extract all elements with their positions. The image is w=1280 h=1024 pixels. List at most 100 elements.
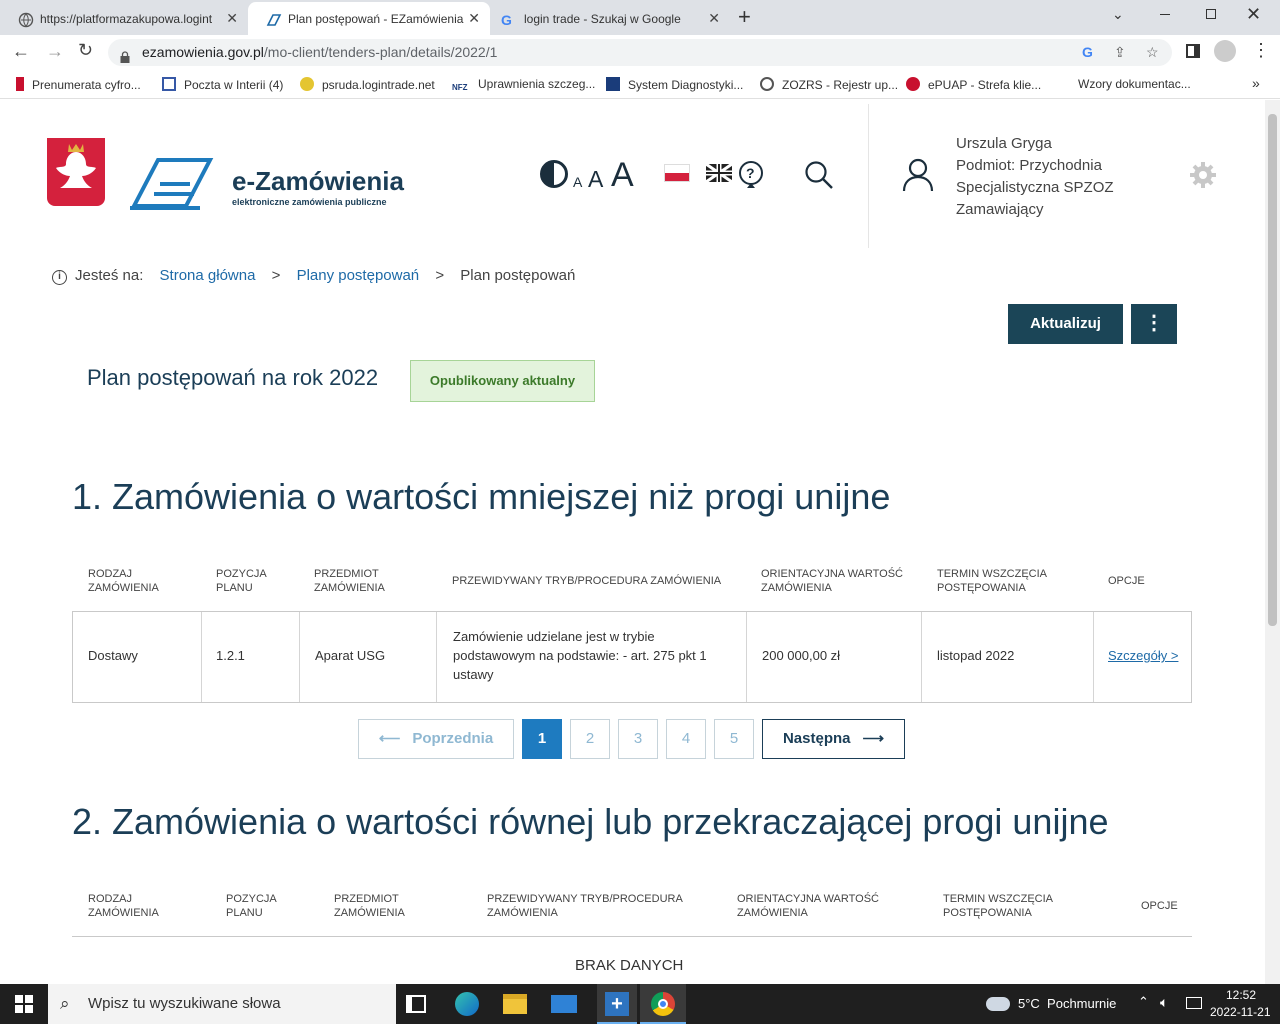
- user-role: Zamawiający: [956, 201, 1044, 218]
- table-header: TERMIN WSZCZĘCIA POSTĘPOWANIA: [943, 893, 1053, 919]
- close-tab-icon[interactable]: ✕: [226, 10, 238, 27]
- empty-state: BRAK DANYCH: [575, 957, 684, 974]
- user-entity: Podmiot: Przychodnia Specjalistyczna SPZ…: [956, 157, 1114, 196]
- app-plus-icon[interactable]: +: [597, 984, 637, 1024]
- plan-title: Plan postępowań na rok 2022: [87, 365, 379, 390]
- mail-icon[interactable]: [551, 995, 577, 1013]
- cell-divider: [201, 612, 202, 702]
- previous-page-button[interactable]: ⟵ Poprzednia: [358, 719, 514, 759]
- section-1-title: 1. Zamówienia o wartości mniejszej niż p…: [72, 476, 891, 517]
- profile-avatar-icon[interactable]: [1214, 40, 1236, 62]
- google-translate-icon[interactable]: G: [1082, 39, 1093, 66]
- edge-icon[interactable]: [455, 992, 479, 1016]
- side-panel-icon[interactable]: [1186, 44, 1200, 58]
- bookmark-item[interactable]: Wzory dokumentac...: [1078, 77, 1191, 91]
- scrollbar-thumb[interactable]: [1268, 114, 1277, 626]
- page-5-button[interactable]: 5: [714, 719, 754, 759]
- ezamowienia-logo-icon: [130, 138, 220, 210]
- bookmark-item[interactable]: ZOZRS - Rejestr up...: [760, 77, 898, 92]
- more-options-button[interactable]: ⋮: [1131, 304, 1177, 344]
- details-link[interactable]: Szczegóły >: [1108, 646, 1178, 665]
- breadcrumb-home-link[interactable]: Strona główna: [160, 267, 256, 284]
- bookmark-item[interactable]: ePUAP - Strefa klie...: [906, 77, 1041, 92]
- windows-start-icon[interactable]: [15, 995, 33, 1013]
- page-1-button[interactable]: 1: [522, 719, 562, 759]
- bookmark-item[interactable]: psruda.logintrade.net: [300, 77, 435, 92]
- update-button[interactable]: Aktualizuj: [1008, 304, 1123, 344]
- help-icon[interactable]: ?: [738, 160, 764, 190]
- font-size-medium-button[interactable]: A: [588, 166, 603, 193]
- breadcrumb-plans-link[interactable]: Plany postępowań: [297, 267, 420, 284]
- polish-flag-icon[interactable]: [664, 164, 690, 182]
- menu-kebab-icon[interactable]: ⋮: [1252, 40, 1270, 61]
- breadcrumb-prefix: Jesteś na:: [75, 267, 144, 284]
- table-header: POZYCJA PLANU: [216, 568, 267, 594]
- svg-text:?: ?: [746, 165, 755, 181]
- section-2-title: 2. Zamówienia o wartości równej lub prze…: [72, 801, 1109, 842]
- user-icon[interactable]: [902, 158, 934, 192]
- bookmark-item[interactable]: NFZ Uprawnienia szczeg...: [452, 77, 595, 97]
- arrow-right-icon: ⟶: [862, 730, 885, 747]
- new-tab-icon[interactable]: +: [738, 4, 751, 30]
- minimize-icon[interactable]: [1160, 14, 1170, 15]
- windows-taskbar: ⌕ Wpisz tu wyszukiwane słowa + 5°C Pochm…: [0, 984, 1280, 1024]
- tray-chevron-icon[interactable]: ⌃: [1138, 994, 1149, 1010]
- user-info[interactable]: Urszula Gryga Podmiot: Przychodnia Specj…: [956, 133, 1136, 221]
- globe-icon: [18, 12, 34, 28]
- page-content: e-Zamówienia elektroniczne zamówienia pu…: [0, 100, 1265, 984]
- more-bookmarks-icon[interactable]: »: [1252, 75, 1260, 91]
- tab-title: https://platformazakupowa.logint: [40, 11, 213, 26]
- browser-tab[interactable]: G login trade - Szukaj w Google ✕: [490, 2, 730, 35]
- weather-text[interactable]: 5°C Pochmurnie: [1018, 996, 1116, 1011]
- taskbar-search-box[interactable]: ⌕ Wpisz tu wyszukiwane słowa: [48, 984, 396, 1024]
- search-icon[interactable]: [804, 160, 834, 190]
- chrome-icon[interactable]: [640, 984, 686, 1024]
- font-size-large-button[interactable]: A: [611, 156, 634, 195]
- share-icon[interactable]: ⇪: [1114, 39, 1126, 66]
- header-divider: [868, 104, 869, 248]
- cell-value: 200 000,00 zł: [762, 648, 841, 663]
- tab-title: Plan postępowań - EZamówienia: [288, 11, 464, 26]
- cell-divider: [436, 612, 437, 702]
- bookmark-star-icon[interactable]: ☆: [1146, 39, 1159, 66]
- page-3-button[interactable]: 3: [618, 719, 658, 759]
- user-name: Urszula Gryga: [956, 135, 1052, 152]
- font-size-small-button[interactable]: A: [573, 174, 582, 190]
- task-view-icon[interactable]: [406, 995, 426, 1013]
- clock-time[interactable]: 12:52: [1226, 988, 1256, 1002]
- settings-gear-icon[interactable]: [1190, 162, 1216, 188]
- browser-tab-bar: https://platformazakupowa.logint ✕ Plan …: [0, 0, 1280, 35]
- bookmark-item[interactable]: System Diagnostyki...: [606, 77, 743, 92]
- tab-title: login trade - Szukaj w Google: [524, 11, 681, 26]
- bookmark-item[interactable]: Prenumerata cyfro...: [16, 77, 141, 92]
- breadcrumb-separator: >: [435, 267, 445, 284]
- lock-icon: [120, 46, 130, 63]
- page-2-button[interactable]: 2: [570, 719, 610, 759]
- logo-title: e-Zamówienia: [232, 166, 404, 196]
- page-scrollbar[interactable]: [1265, 100, 1280, 984]
- tab-search-icon[interactable]: ⌄: [1112, 6, 1124, 23]
- english-flag-icon[interactable]: [705, 162, 733, 184]
- restore-icon[interactable]: [1206, 9, 1216, 19]
- next-page-button[interactable]: Następna ⟶: [762, 719, 905, 759]
- back-icon[interactable]: ←: [12, 41, 30, 62]
- reload-icon[interactable]: ↻: [78, 40, 93, 61]
- close-tab-icon[interactable]: ✕: [708, 10, 720, 27]
- contrast-icon[interactable]: [540, 160, 568, 188]
- close-tab-icon[interactable]: ✕: [468, 10, 480, 27]
- clock-date[interactable]: 2022-11-21: [1210, 1005, 1271, 1019]
- volume-icon[interactable]: 🔈︎: [1160, 994, 1168, 1011]
- url-path: /mo-client/tenders-plan/details/2022/1: [263, 44, 498, 60]
- close-window-icon[interactable]: ✕: [1246, 4, 1261, 25]
- bookmark-item[interactable]: Poczta w Interii (4): [162, 77, 283, 92]
- table-header: RODZAJ ZAMÓWIENIA: [88, 568, 159, 594]
- url-bar[interactable]: ezamowienia.gov.pl/mo-client/tenders-pla…: [108, 39, 1172, 66]
- forward-icon[interactable]: →: [46, 41, 64, 62]
- page-4-button[interactable]: 4: [666, 719, 706, 759]
- browser-tab-active[interactable]: Plan postępowań - EZamówienia ✕: [248, 2, 490, 35]
- globe-icon: [760, 77, 774, 91]
- browser-tab[interactable]: https://platformazakupowa.logint ✕: [0, 2, 248, 35]
- network-icon[interactable]: [1186, 997, 1202, 1009]
- file-explorer-icon[interactable]: [503, 994, 527, 1014]
- breadcrumb-current: Plan postępowań: [460, 267, 576, 284]
